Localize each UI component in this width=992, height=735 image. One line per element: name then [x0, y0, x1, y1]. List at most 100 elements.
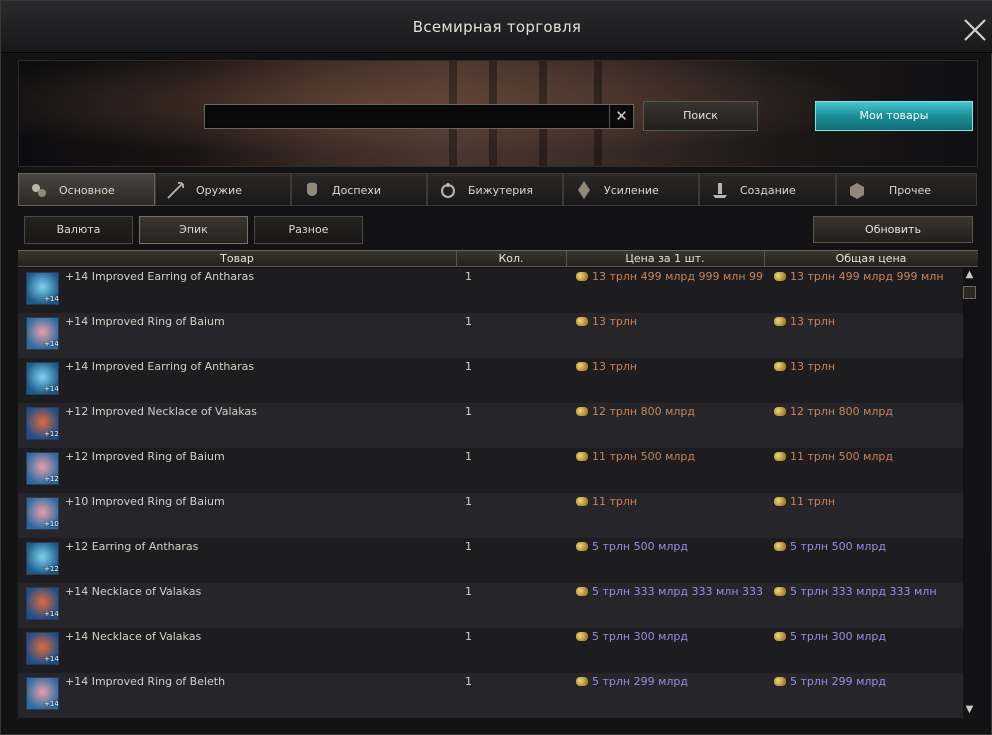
header-qty[interactable]: Кол. — [456, 252, 566, 265]
refresh-button[interactable]: Обновить — [813, 216, 973, 243]
adena-coin-icon — [774, 317, 786, 326]
subtab-currency[interactable]: Валюта — [24, 216, 133, 244]
table-row[interactable]: +14 +14 Improved Earring of Antharas 1 13 т… — [18, 358, 963, 403]
unit-price-value: 5 трлн 333 млрд 333 млн 333 тыс. — [592, 585, 764, 598]
item-qty: 1 — [465, 675, 472, 688]
scroll-up-icon[interactable]: ▲ — [962, 269, 977, 281]
my-items-button[interactable]: Мои товары — [815, 101, 973, 131]
tab-craft[interactable]: Создание — [699, 173, 836, 206]
unit-price-value: 5 трлн 299 млрд — [592, 675, 689, 688]
unit-price: 11 трлн 500 млрд — [576, 450, 764, 463]
unit-price-value: 5 трлн 500 млрд — [592, 540, 689, 553]
subtab-misc[interactable]: Разное — [254, 216, 363, 244]
table-row[interactable]: +10 +10 Improved Ring of Baium 1 11 трлн 11 … — [18, 493, 963, 538]
tab-label: Прочее — [889, 184, 932, 197]
tab-jewelry[interactable]: Бижутерия — [427, 173, 563, 206]
header-item[interactable]: Товар — [18, 252, 456, 265]
table-row[interactable]: +14 +14 Necklace of Valakas 1 5 трлн 300 мл… — [18, 628, 963, 673]
enchant-badge: +14 — [44, 295, 59, 303]
table-row[interactable]: +12 +12 Improved Ring of Baium 1 11 трлн 50… — [18, 448, 963, 493]
tab-enhance[interactable]: Усиление — [563, 173, 699, 206]
adena-coin-icon — [576, 317, 588, 326]
tab-label: Создание — [740, 184, 796, 197]
adena-coin-icon — [576, 272, 588, 281]
item-qty: 1 — [465, 450, 472, 463]
unit-price: 12 трлн 800 млрд — [576, 405, 764, 418]
adena-coin-icon — [774, 362, 786, 371]
item-qty: 1 — [465, 405, 472, 418]
total-price-value: 5 трлн 333 млрд 333 млн — [790, 585, 937, 598]
tab-label: Бижутерия — [468, 184, 534, 197]
total-price: 11 трлн — [774, 495, 963, 508]
unit-price: 5 трлн 300 млрд — [576, 630, 764, 643]
adena-coin-icon — [774, 407, 786, 416]
header-unit-price[interactable]: Цена за 1 шт. — [566, 252, 764, 265]
search-field[interactable] — [204, 104, 634, 129]
adena-coin-icon — [774, 497, 786, 506]
general-icon — [32, 184, 46, 197]
adena-coin-icon — [576, 407, 588, 416]
table-row[interactable]: +12 +12 Earring of Antharas 1 5 трлн 500 мл… — [18, 538, 963, 583]
item-qty: 1 — [465, 585, 472, 598]
subtab-epic[interactable]: Эпик — [139, 216, 248, 244]
total-price: 13 трлн — [774, 360, 963, 373]
enchant-badge: +14 — [44, 655, 59, 663]
total-price: 11 трлн 500 млрд — [774, 450, 963, 463]
table-row[interactable]: +14 +14 Improved Earring of Antharas 1 13 т… — [18, 268, 963, 313]
unit-price-value: 13 трлн — [592, 360, 638, 373]
title-bar: Всемирная торговля — [1, 1, 992, 53]
weapon-icon — [167, 181, 185, 199]
item-qty: 1 — [465, 540, 472, 553]
adena-coin-icon — [576, 362, 588, 371]
item-name: +10 Improved Ring of Baium — [65, 495, 225, 508]
scrollbar[interactable]: ▲ ▼ — [962, 268, 977, 718]
item-name: +14 Improved Ring of Baium — [65, 315, 225, 328]
item-name: +14 Improved Earring of Antharas — [65, 270, 255, 283]
adena-coin-icon — [774, 542, 786, 551]
search-button[interactable]: Поиск — [643, 101, 758, 131]
unit-price-value: 13 трлн 499 млрд 999 млн 999 тыс. — [592, 270, 764, 283]
table-row[interactable]: +14 +14 Necklace of Valakas 1 5 трлн 333 мл… — [18, 583, 963, 628]
unit-price: 5 трлн 299 млрд — [576, 675, 764, 688]
scroll-down-icon[interactable]: ▼ — [962, 704, 977, 716]
table-row[interactable]: +14 +14 Improved Ring of Baium 1 13 трлн 13 … — [18, 313, 963, 358]
table-row[interactable]: +14 +14 Improved Ring of Beleth 1 5 трлн 29… — [18, 673, 963, 718]
item-name: +12 Earring of Antharas — [65, 540, 199, 553]
clear-search-icon[interactable]: ✕ — [609, 105, 633, 128]
item-name: +14 Improved Earring of Antharas — [65, 360, 255, 373]
world-trade-window: Всемирная торговля ✕ Поиск Мои товары Ос… — [0, 0, 992, 735]
item-name: +12 Improved Ring of Baium — [65, 450, 225, 463]
adena-coin-icon — [576, 497, 588, 506]
adena-coin-icon — [576, 632, 588, 641]
enchant-badge: +12 — [44, 430, 59, 438]
item-qty: 1 — [465, 315, 472, 328]
total-price-value: 13 трлн 499 млрд 999 млн — [790, 270, 944, 283]
enchant-badge: +14 — [44, 340, 59, 348]
adena-coin-icon — [576, 587, 588, 596]
item-qty: 1 — [465, 270, 472, 283]
item-name: +14 Improved Ring of Beleth — [65, 675, 226, 688]
scroll-thumb[interactable] — [963, 286, 976, 299]
tab-general[interactable]: Основное — [18, 173, 155, 206]
unit-price: 13 трлн 499 млрд 999 млн 999 тыс. — [576, 270, 764, 283]
search-input[interactable] — [209, 107, 604, 126]
item-name: +14 Necklace of Valakas — [65, 630, 202, 643]
total-price-value: 13 трлн — [790, 315, 836, 328]
unit-price-value: 12 трлн 800 млрд — [592, 405, 696, 418]
total-price-value: 11 трлн — [790, 495, 836, 508]
total-price: 5 трлн 299 млрд — [774, 675, 963, 688]
tab-label: Основное — [59, 184, 115, 197]
total-price-value: 5 трлн 300 млрд — [790, 630, 887, 643]
unit-price-value: 11 трлн — [592, 495, 638, 508]
tab-misc[interactable]: Прочее — [836, 173, 977, 206]
item-qty: 1 — [465, 630, 472, 643]
unit-price: 5 трлн 333 млрд 333 млн 333 тыс. — [576, 585, 764, 598]
total-price: 12 трлн 800 млрд — [774, 405, 963, 418]
unit-price-value: 13 трлн — [592, 315, 638, 328]
tab-armor[interactable]: Доспехи — [291, 173, 427, 206]
enhance-icon — [578, 181, 590, 199]
table-row[interactable]: +12 +12 Improved Necklace of Valakas 1 12 т… — [18, 403, 963, 448]
tab-weapons[interactable]: Оружие — [155, 173, 291, 206]
header-total-price[interactable]: Общая цена — [764, 252, 978, 265]
close-icon[interactable] — [961, 16, 989, 44]
